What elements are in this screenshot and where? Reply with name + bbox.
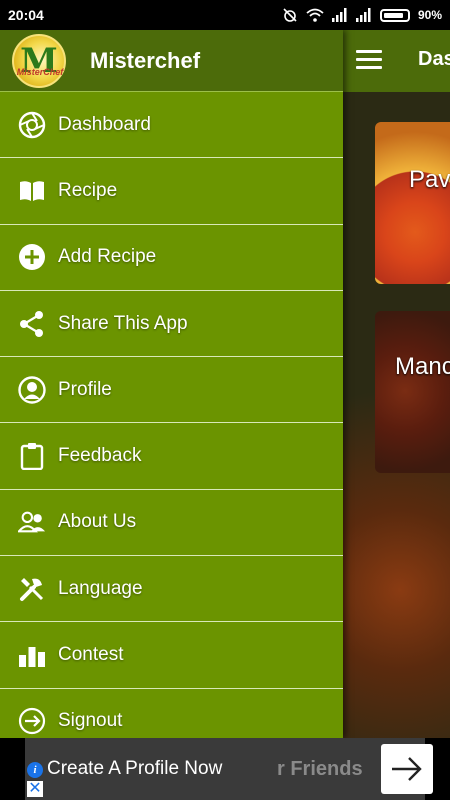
drawer-header: M MisterChef Misterchef	[0, 30, 343, 92]
menu-item-signout[interactable]: Signout	[0, 689, 343, 738]
clipboard-icon	[18, 442, 46, 471]
recipe-card-title: Manc	[395, 353, 450, 380]
ad-background-text: r Friends	[277, 758, 363, 780]
menu-item-label: Add Recipe	[58, 246, 157, 268]
share-icon	[18, 310, 46, 338]
menu-item-label: Share This App	[58, 312, 188, 334]
menu-item-label: Profile	[58, 378, 112, 400]
ad-open-button[interactable]	[381, 744, 433, 794]
add-circle-icon	[18, 243, 46, 271]
menu-item-add-recipe[interactable]: Add Recipe	[0, 225, 343, 291]
ad-text: Create A Profile Now	[47, 758, 223, 779]
ad-content[interactable]: r Friends i ✕ Create A Profile Now	[25, 738, 433, 800]
menu-item-label: Dashboard	[58, 113, 151, 135]
recipe-card[interactable]: Pav	[375, 122, 450, 284]
status-icons: 90%	[282, 7, 442, 23]
menu-item-feedback[interactable]: Feedback	[0, 423, 343, 490]
app-name: Misterchef	[90, 47, 201, 73]
menu-item-recipe[interactable]: Recipe	[0, 158, 343, 225]
menu-item-label: About Us	[58, 511, 137, 533]
arrow-right-icon	[392, 757, 422, 781]
menu-item-label: Recipe	[58, 179, 118, 201]
menu-item-dashboard[interactable]: Dashboard	[0, 92, 343, 159]
status-bar: 20:04 90%	[0, 0, 450, 30]
menu-item-about-us[interactable]: About Us	[0, 490, 343, 557]
people-icon	[18, 508, 46, 536]
podium-icon	[18, 641, 46, 669]
menu-item-share-app[interactable]: Share This App	[0, 291, 343, 358]
menu-item-label: Contest	[58, 644, 124, 666]
profile-icon	[18, 376, 46, 404]
signal-icon	[331, 8, 347, 22]
wifi-icon	[306, 8, 324, 22]
hamburger-menu-icon[interactable]	[356, 50, 382, 70]
menu-item-label: Language	[58, 577, 143, 599]
ad-close-icon[interactable]: ✕	[27, 781, 43, 797]
ad-banner[interactable]: r Friends i ✕ Create A Profile Now	[0, 738, 450, 800]
logo-text: MisterChef	[16, 66, 64, 77]
battery-percent: 90%	[417, 8, 442, 22]
navigation-drawer: M MisterChef Misterchef Dashboard Recipe…	[0, 30, 343, 738]
menu-item-label: Signout	[58, 710, 123, 732]
battery-icon	[379, 8, 410, 22]
signout-icon	[18, 707, 46, 735]
recipe-card-title: Pav	[409, 166, 450, 193]
menu-item-language[interactable]: Language	[0, 556, 343, 623]
dashboard-title: Das	[418, 48, 450, 70]
app-logo: M MisterChef	[12, 33, 66, 88]
tools-icon	[18, 575, 46, 603]
status-time: 20:04	[8, 7, 44, 23]
alarm-off-icon	[283, 8, 297, 22]
menu-item-label: Feedback	[58, 445, 142, 467]
menu-item-contest[interactable]: Contest	[0, 622, 343, 689]
recipe-card[interactable]: Manc	[375, 311, 450, 473]
ad-info-icon[interactable]: i	[27, 762, 43, 778]
book-icon	[18, 177, 46, 205]
aperture-icon	[18, 111, 46, 139]
menu-item-profile[interactable]: Profile	[0, 357, 343, 424]
signal-icon-2	[355, 8, 371, 22]
